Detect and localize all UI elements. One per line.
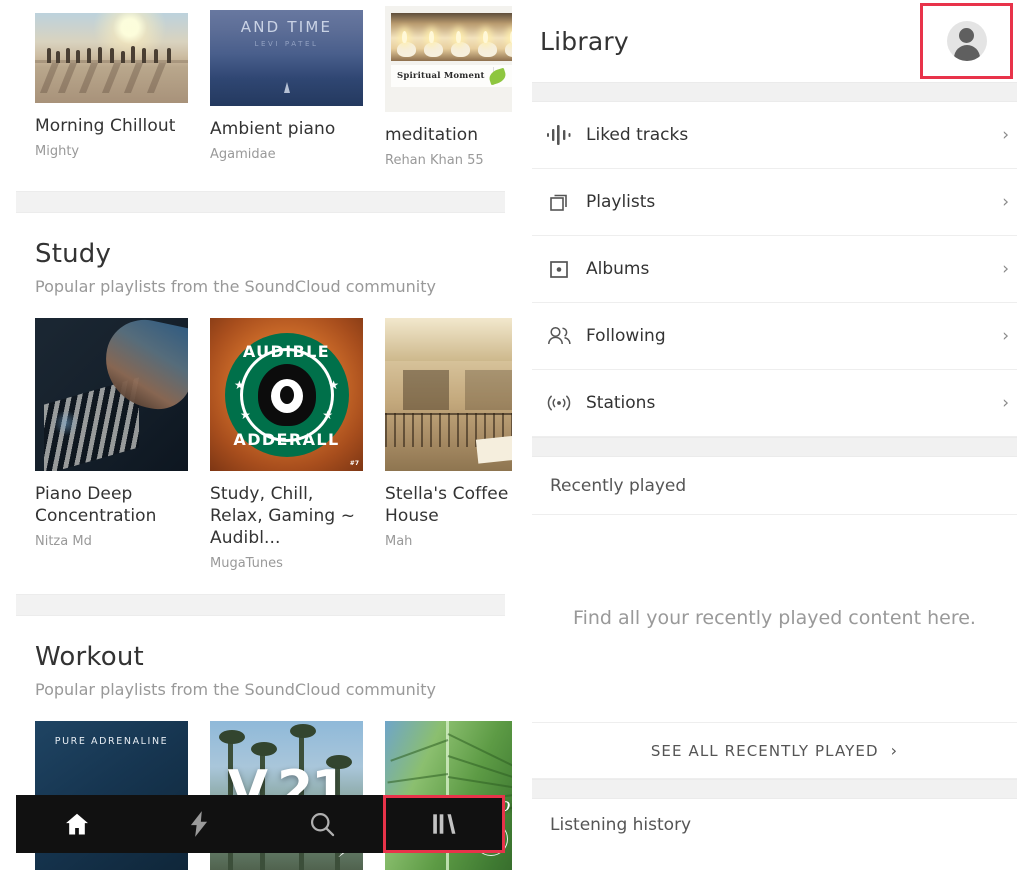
card-author: Rehan Khan 55	[385, 153, 484, 168]
playlist-card[interactable]: Spiritual Moment meditation Rehan Khan 5…	[385, 0, 512, 169]
people-icon	[532, 324, 586, 348]
library-item-following[interactable]: Following ›	[532, 303, 1017, 370]
card-artwork-ambient-piano[interactable]: AND TIME LEVI PATEL	[210, 10, 363, 106]
sailboat-icon	[283, 81, 290, 93]
library-icon	[430, 810, 458, 838]
chevron-right-icon: ›	[1002, 326, 1009, 346]
card-artwork-meditation[interactable]: Spiritual Moment	[385, 6, 512, 112]
library-item-playlists[interactable]: Playlists ›	[532, 169, 1017, 236]
section-title: Workout	[35, 642, 144, 672]
card-author: Nitza Md	[35, 534, 92, 549]
feed-scroll-content: Morning Chillout Mighty AND TIME LEVI PA…	[0, 0, 512, 870]
card-artwork-piano-deep-concentration[interactable]	[35, 318, 188, 471]
library-item-label: Stations	[586, 393, 656, 413]
artwork-text: AND TIME	[240, 17, 333, 36]
section-divider-band	[532, 82, 1017, 102]
chevron-right-icon: ›	[1002, 393, 1009, 413]
broadcast-icon	[532, 392, 586, 414]
library-item-albums[interactable]: Albums ›	[532, 236, 1017, 303]
profile-avatar-button[interactable]	[920, 3, 1013, 79]
playlist-card[interactable]: Stella's Coffee House Mah	[385, 318, 512, 572]
section-divider-band	[16, 191, 505, 213]
nav-search-button[interactable]	[261, 795, 383, 853]
section-subtitle: Popular playlists from the SoundCloud co…	[35, 680, 436, 699]
discover-feed-panel: Morning Chillout Mighty AND TIME LEVI PA…	[0, 0, 512, 870]
library-item-label: Playlists	[586, 192, 656, 212]
see-all-recently-played-button[interactable]: SEE ALL RECENTLY PLAYED ›	[532, 723, 1017, 779]
chevron-right-icon: ›	[890, 741, 899, 760]
library-item-label: Liked tracks	[586, 125, 689, 145]
waveform-icon	[532, 124, 586, 146]
section-divider-band	[532, 779, 1017, 799]
artwork-text: PURE ADRENALINE	[54, 736, 169, 747]
album-square-icon	[532, 257, 586, 281]
library-header: Library	[512, 0, 1024, 82]
listening-history-title: Listening history	[550, 815, 692, 835]
library-menu-list: Liked tracks › Playlists › Albums › Foll…	[512, 102, 1024, 437]
user-avatar-icon	[946, 21, 987, 61]
nav-library-button[interactable]	[382, 795, 505, 853]
section-title: Study	[35, 239, 112, 269]
card-artwork-audible-adderall[interactable]: AUDIBLE ADDERALL ★ ★ ★ ★ #7	[210, 318, 363, 471]
card-title: meditation	[385, 125, 479, 145]
playlist-card[interactable]: Morning Chillout Mighty	[35, 0, 188, 169]
card-artwork-morning-chillout[interactable]	[35, 13, 188, 103]
library-item-label: Following	[586, 326, 666, 346]
search-icon	[308, 810, 336, 838]
recently-played-empty-state: Find all your recently played content he…	[532, 515, 1017, 723]
artwork-text: Spiritual Moment	[397, 71, 485, 81]
page-title: Library	[540, 26, 629, 56]
section-divider-band	[532, 437, 1017, 457]
see-all-label: SEE ALL RECENTLY PLAYED	[650, 741, 879, 760]
app-screen: Morning Chillout Mighty AND TIME LEVI PA…	[0, 0, 1024, 870]
recently-played-header: Recently played	[532, 457, 1017, 515]
playlist-card[interactable]: Piano Deep Concentration Nitza Md	[35, 318, 188, 572]
home-icon	[63, 810, 91, 838]
card-author: MugaTunes	[210, 556, 283, 571]
card-author: Mighty	[35, 144, 80, 159]
lightning-bolt-icon	[186, 810, 212, 838]
section-header-study: Study Popular playlists from the SoundCl…	[0, 213, 512, 296]
chevron-right-icon: ›	[1002, 259, 1009, 279]
recently-played-title: Recently played	[550, 475, 687, 496]
card-title: Ambient piano	[210, 119, 336, 139]
card-author: Agamidae	[210, 147, 276, 162]
artwork-tag: #7	[349, 460, 359, 467]
library-panel: Library Liked tracks › Playlists › Album…	[512, 0, 1024, 870]
card-title: Study, Chill, Relax, Gaming ~ Audibl...	[210, 484, 356, 548]
section-subtitle: Popular playlists from the SoundCloud co…	[35, 277, 436, 296]
card-artwork-stellas-coffee-house[interactable]	[385, 318, 512, 471]
stacked-squares-icon	[532, 190, 586, 214]
artwork-text: AUDIBLE	[242, 342, 331, 361]
feed-card-row-top: Morning Chillout Mighty AND TIME LEVI PA…	[0, 0, 512, 169]
section-divider-band	[16, 594, 505, 616]
card-author: Mah	[385, 534, 413, 549]
card-title: Piano Deep Concentration	[35, 484, 157, 526]
library-item-stations[interactable]: Stations ›	[532, 370, 1017, 437]
card-title: Morning Chillout	[35, 116, 176, 136]
listening-history-header[interactable]: Listening history	[532, 799, 1017, 839]
playlist-card[interactable]: AND TIME LEVI PATEL Ambient piano Agamid…	[210, 0, 363, 169]
library-item-label: Albums	[586, 259, 650, 279]
nav-feed-button[interactable]	[138, 795, 260, 853]
section-header-workout: Workout Popular playlists from the Sound…	[0, 616, 512, 699]
bottom-navigation-bar	[16, 795, 505, 853]
card-title: Stella's Coffee House	[385, 484, 509, 526]
artwork-text-2: ADDERALL	[233, 430, 340, 449]
chevron-right-icon: ›	[1002, 192, 1009, 212]
chevron-right-icon: ›	[1002, 125, 1009, 145]
feed-card-row-study: Piano Deep Concentration Nitza Md AUDIBL…	[0, 318, 512, 572]
artwork-subtext: LEVI PATEL	[254, 39, 319, 48]
nav-home-button[interactable]	[16, 795, 138, 853]
playlist-card[interactable]: AUDIBLE ADDERALL ★ ★ ★ ★ #7 Study, Chill…	[210, 318, 363, 572]
library-item-liked-tracks[interactable]: Liked tracks ›	[532, 102, 1017, 169]
empty-state-text: Find all your recently played content he…	[573, 607, 976, 629]
